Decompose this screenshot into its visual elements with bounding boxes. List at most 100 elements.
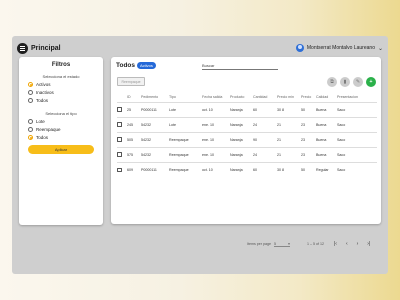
next-page-icon[interactable]: › bbox=[357, 241, 359, 247]
page-range: 1 – 5 of 12 bbox=[306, 242, 324, 246]
filters-title: Filtros bbox=[51, 62, 71, 68]
status-label: Selecciona el estado bbox=[42, 74, 80, 79]
row-checkbox[interactable] bbox=[117, 152, 122, 157]
radio-icon bbox=[28, 90, 33, 95]
app-header: Principal Montserrat Montalvo Laureano ⌄ bbox=[17, 41, 383, 55]
select-column bbox=[117, 92, 127, 102]
col-header[interactable]: Calidad bbox=[316, 92, 337, 102]
menu-icon[interactable] bbox=[17, 42, 28, 54]
row-checkbox[interactable] bbox=[117, 122, 122, 127]
table-cell: Naranja bbox=[230, 116, 253, 132]
radio-label: Todos bbox=[36, 135, 49, 140]
edit-icon[interactable]: ✎ bbox=[353, 77, 363, 87]
col-header[interactable]: Fecha salida bbox=[202, 92, 230, 102]
table-cell: 25 bbox=[127, 101, 141, 117]
table-cell: Saco bbox=[337, 131, 377, 147]
col-header[interactable]: Cantidad bbox=[253, 92, 277, 102]
results-table: ID Pedimento Tipo Fecha salida Producto … bbox=[117, 92, 377, 177]
radio-selected-icon bbox=[28, 135, 33, 140]
table-cell: 21 bbox=[277, 146, 301, 162]
radio-status-activos[interactable]: Activos bbox=[28, 82, 97, 87]
search-input[interactable]: Buscar bbox=[202, 62, 278, 70]
table-cell: 245 bbox=[127, 116, 141, 132]
table-cell: 23 bbox=[301, 131, 316, 147]
reempaque-button[interactable]: Reempaque bbox=[117, 77, 145, 86]
col-header[interactable]: Producto bbox=[230, 92, 253, 102]
first-page-icon[interactable]: |‹ bbox=[334, 241, 337, 247]
table-cell: Saco bbox=[337, 161, 377, 177]
add-icon[interactable]: + bbox=[366, 77, 376, 87]
items-per-page-select[interactable]: 5 ▾ bbox=[273, 241, 290, 247]
table-row[interactable]: 245 54232 Lote ene. 10 Naranja 24 21 23 … bbox=[117, 116, 377, 132]
user-menu[interactable]: Montserrat Montalvo Laureano ⌄ bbox=[295, 44, 383, 52]
radio-type-reempaque[interactable]: Reempaque bbox=[28, 127, 97, 132]
copy-icon[interactable]: ⧉ bbox=[327, 77, 337, 87]
radio-label: Inactivos bbox=[36, 90, 54, 95]
col-header[interactable]: ID bbox=[127, 92, 141, 102]
table-cell: Regular bbox=[316, 161, 337, 177]
table-cell: 23 bbox=[301, 146, 316, 162]
table-cell: ene. 10 bbox=[202, 131, 230, 147]
table-cell: 30 8 bbox=[277, 161, 301, 177]
table-cell: Buena bbox=[316, 116, 337, 132]
col-header[interactable]: Precio bbox=[301, 92, 316, 102]
paginator: Items per page 5 ▾ 1 – 5 of 12 |‹ ‹ › ›| bbox=[247, 241, 370, 247]
radio-status-todos[interactable]: Todos bbox=[28, 98, 97, 103]
items-per-page-label: Items per page bbox=[247, 242, 271, 246]
radio-status-inactivos[interactable]: Inactivos bbox=[28, 90, 97, 95]
table-cell: 609 bbox=[127, 161, 141, 177]
table-cell: 23 bbox=[301, 116, 316, 132]
col-header[interactable]: Pedimento bbox=[141, 92, 169, 102]
col-header[interactable]: Tipo bbox=[169, 92, 202, 102]
row-checkbox[interactable] bbox=[117, 167, 122, 172]
radio-label: Activos bbox=[36, 82, 51, 87]
table-cell: Lote bbox=[169, 116, 202, 132]
table-cell: 21 bbox=[277, 131, 301, 147]
table-cell: P0000111 bbox=[141, 101, 169, 117]
prev-page-icon[interactable]: ‹ bbox=[346, 241, 348, 247]
table-cell: Naranja bbox=[230, 131, 253, 147]
items-per-page-value: 5 bbox=[273, 241, 276, 246]
table-cell: 505 bbox=[127, 131, 141, 147]
radio-type-todos[interactable]: Todos bbox=[28, 135, 97, 140]
delete-icon[interactable]: ▮ bbox=[340, 77, 350, 87]
table-cell: 24 bbox=[253, 116, 277, 132]
table-cell: 90 bbox=[253, 131, 277, 147]
table-cell: 30 8 bbox=[277, 101, 301, 117]
row-checkbox[interactable] bbox=[117, 137, 122, 142]
table-row[interactable]: 575 54232 Reempaque ene. 10 Naranja 24 2… bbox=[117, 146, 377, 162]
col-header[interactable]: Presentacion bbox=[337, 92, 377, 102]
table-cell: 50 bbox=[301, 161, 316, 177]
type-label: Selecciona el tipo bbox=[45, 111, 77, 116]
table-cell: oct. 10 bbox=[202, 101, 230, 117]
table-cell: Buena bbox=[316, 146, 337, 162]
apply-button[interactable]: Aplicar bbox=[28, 145, 94, 154]
table-cell: Reempaque bbox=[169, 161, 202, 177]
results-title: Todos bbox=[116, 62, 136, 69]
table-cell: 60 bbox=[253, 101, 277, 117]
table-cell: 50 bbox=[301, 101, 316, 117]
table-cell: 575 bbox=[127, 146, 141, 162]
table-row[interactable]: 609 P0000111 Reempaque oct. 10 Naranja 6… bbox=[117, 161, 377, 177]
table-cell: Naranja bbox=[230, 161, 253, 177]
row-checkbox[interactable] bbox=[117, 107, 122, 112]
table-cell: Naranja bbox=[230, 146, 253, 162]
status-badge[interactable]: Activos bbox=[137, 62, 156, 69]
table-cell: 54232 bbox=[141, 116, 169, 132]
table-row[interactable]: 505 54232 Reempaque ene. 10 Naranja 90 2… bbox=[117, 131, 377, 147]
last-page-icon[interactable]: ›| bbox=[367, 241, 370, 247]
table-row[interactable]: 25 P0000111 Lote oct. 10 Naranja 60 30 8… bbox=[117, 101, 377, 117]
table-header-row: ID Pedimento Tipo Fecha salida Producto … bbox=[117, 92, 377, 102]
table-cell: ene. 10 bbox=[202, 146, 230, 162]
radio-type-lote[interactable]: Lote bbox=[28, 119, 97, 124]
table-cell: Buena bbox=[316, 101, 337, 117]
table-cell: Reempaque bbox=[169, 131, 202, 147]
col-header[interactable]: Precio min bbox=[277, 92, 301, 102]
chevron-down-icon: ⌄ bbox=[377, 45, 383, 52]
table-cell: Saco bbox=[337, 116, 377, 132]
table-cell: ene. 10 bbox=[202, 116, 230, 132]
results-panel: Todos Activos Buscar Reempaque ⧉ ▮ ✎ + I… bbox=[111, 57, 381, 247]
table-cell: 54232 bbox=[141, 131, 169, 147]
radio-label: Todos bbox=[36, 98, 49, 103]
table-cell: P0000111 bbox=[141, 161, 169, 177]
